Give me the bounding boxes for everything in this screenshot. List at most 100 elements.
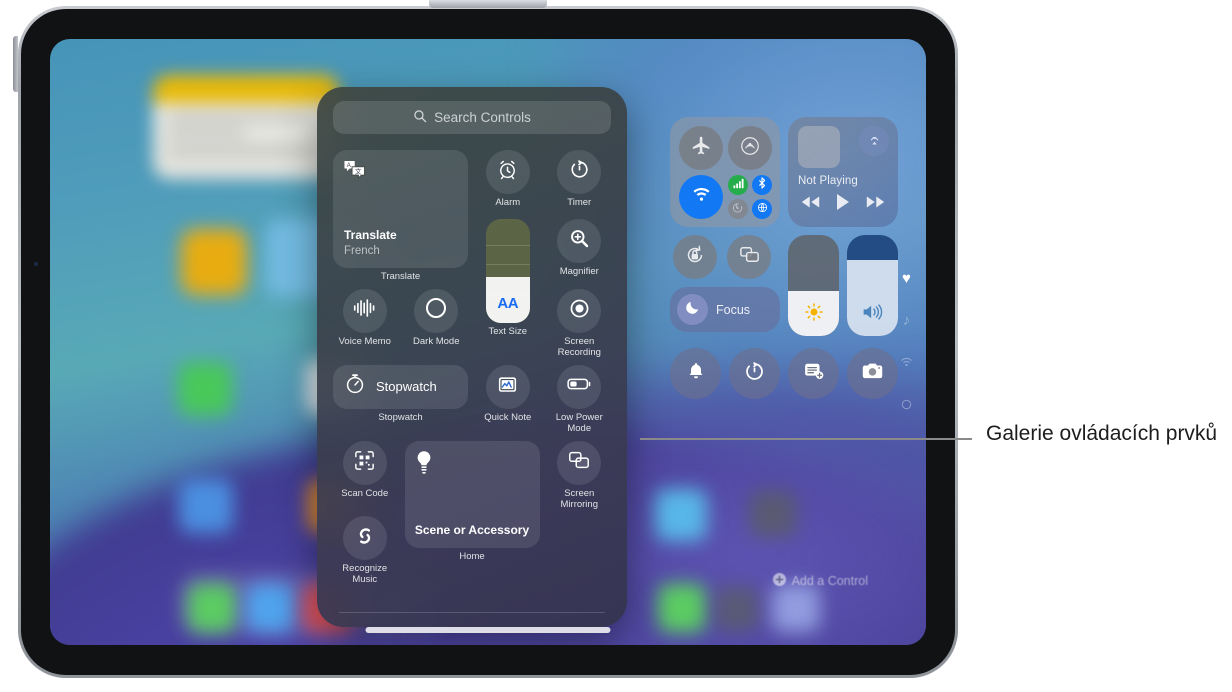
gallery-item-home[interactable]: Scene or Accessory Home (404, 440, 540, 587)
gallery-item-translate[interactable]: A 文 Translate French Translate (333, 150, 468, 283)
rewind-button[interactable] (801, 195, 820, 214)
gallery-item-dark-mode[interactable]: Dark Mode (405, 288, 469, 359)
screen-recording-button[interactable] (557, 288, 602, 333)
gallery-item-alarm[interactable]: Alarm (476, 150, 540, 213)
gallery-item-low-power-mode[interactable]: Low Power Mode (548, 364, 612, 435)
volume-slider[interactable] (847, 235, 898, 336)
gallery-item-scan-code[interactable]: Scan Code (333, 440, 397, 511)
add-control-label: Add a Control (791, 574, 868, 588)
add-control-button[interactable]: Add a Control (772, 573, 868, 589)
focus-button[interactable]: Focus (670, 287, 780, 332)
media-playback-module[interactable]: Not Playing (788, 117, 898, 227)
rotation-lock-button[interactable] (673, 235, 717, 279)
heart-icon[interactable]: ♥ (902, 271, 911, 286)
quick-note-icon (803, 361, 825, 386)
search-controls-field[interactable]: Search Controls (333, 101, 611, 134)
stopwatch-tile[interactable]: Stopwatch (333, 364, 468, 409)
gallery-item-recognize-music[interactable]: Recognize Music (333, 516, 397, 586)
low-power-mode-button[interactable] (557, 364, 602, 409)
camera-button[interactable] (847, 348, 898, 399)
gallery-item-screen-recording[interactable]: Screen Recording (548, 288, 612, 359)
scan-code-button[interactable] (342, 440, 387, 485)
home-app-icon (179, 479, 233, 533)
magnifier-button[interactable] (557, 219, 602, 264)
timer-button[interactable] (557, 150, 602, 194)
play-button[interactable] (835, 193, 851, 216)
home-app-icon (188, 584, 236, 632)
voice-memo-button[interactable] (342, 288, 387, 333)
album-artwork (798, 126, 840, 168)
gallery-item-screen-mirroring[interactable]: Screen Mirroring (548, 440, 612, 511)
home-app-icon (178, 362, 232, 416)
bluetooth-icon (757, 176, 767, 194)
gallery-item-text-size[interactable]: AA Text Size (476, 219, 540, 358)
bell-icon (686, 361, 706, 386)
home-tile[interactable]: Scene or Accessory (404, 440, 540, 548)
gallery-item-timer[interactable]: Timer (548, 150, 612, 213)
gallery-item-quick-note[interactable]: Quick Note (476, 364, 540, 435)
screen-mirroring-caption: Screen Mirroring (560, 487, 598, 510)
hotspot-button[interactable] (728, 199, 748, 219)
home-widget-notes (153, 75, 339, 179)
callout-label: Galerie ovládacích prvků (986, 422, 1218, 445)
recognize-music-button[interactable] (342, 516, 387, 561)
timer-caption: Timer (567, 197, 592, 208)
timer-icon (568, 158, 591, 186)
cc-left-column: Focus (670, 235, 780, 336)
connectivity-module[interactable] (670, 117, 780, 227)
magnifier-icon (568, 227, 591, 255)
home-app-icon (655, 489, 707, 541)
connectivity-mini-group (728, 175, 772, 219)
translate-title: Translate (344, 228, 397, 242)
gallery-divider (339, 612, 605, 613)
screen-recording-caption: Screen Recording (557, 335, 601, 358)
text-size-slider[interactable]: AA (485, 219, 530, 324)
alarm-clock-icon (496, 158, 519, 186)
circle-icon[interactable] (901, 398, 912, 413)
cc-sliders (788, 235, 898, 336)
hotspot-icon (732, 200, 744, 218)
airplay-icon (866, 130, 883, 152)
music-note-icon[interactable]: ♪ (903, 313, 911, 328)
quick-note-icon (496, 374, 519, 400)
airplane-icon (691, 135, 712, 161)
stopwatch-title: Stopwatch (376, 379, 437, 395)
screenshot-root: Not Playing Focus ♥ ♪ Add a Control Sear… (0, 0, 1232, 692)
connectivity-icon[interactable] (899, 355, 914, 371)
silent-mode-button[interactable] (670, 348, 721, 399)
gallery-item-voice-memo[interactable]: Voice Memo (333, 288, 397, 359)
dark-mode-icon (424, 296, 448, 325)
wifi-button[interactable] (679, 175, 723, 219)
alarm-caption: Alarm (495, 197, 521, 208)
dark-mode-button[interactable] (414, 288, 459, 333)
airdrop-button[interactable] (728, 126, 772, 170)
search-icon (413, 109, 427, 126)
text-size-value-label: AA (497, 295, 519, 313)
vpn-button[interactable] (752, 199, 772, 219)
screen-mirroring-button[interactable] (727, 235, 771, 279)
gallery-item-magnifier[interactable]: Magnifier (548, 219, 612, 282)
airplane-mode-button[interactable] (679, 126, 723, 170)
quick-note-button[interactable] (788, 348, 839, 399)
bluetooth-button[interactable] (752, 175, 772, 195)
screen-mirroring-gallery-button[interactable] (557, 440, 602, 485)
brightness-slider[interactable] (788, 235, 839, 336)
magnifier-caption: Magnifier (559, 266, 599, 278)
screen-mirroring-icon (737, 242, 762, 272)
vpn-globe-icon (757, 200, 768, 218)
cc-top-row: Not Playing (670, 117, 898, 227)
cellular-button[interactable] (728, 175, 748, 195)
home-app-icon (750, 491, 796, 537)
home-indicator[interactable] (365, 627, 611, 633)
gallery-item-stopwatch[interactable]: Stopwatch Stopwatch (333, 364, 468, 435)
fast-forward-button[interactable] (866, 195, 885, 214)
home-app-icon (181, 229, 247, 295)
alarm-button[interactable] (485, 150, 530, 194)
timer-button[interactable] (729, 348, 780, 399)
translate-tile[interactable]: A 文 Translate French (333, 150, 468, 268)
cellular-bars-icon (732, 176, 744, 194)
volume-button[interactable] (13, 36, 18, 92)
home-app-icon (772, 584, 820, 632)
quick-note-button[interactable] (485, 364, 530, 409)
airplay-button[interactable] (859, 126, 889, 156)
